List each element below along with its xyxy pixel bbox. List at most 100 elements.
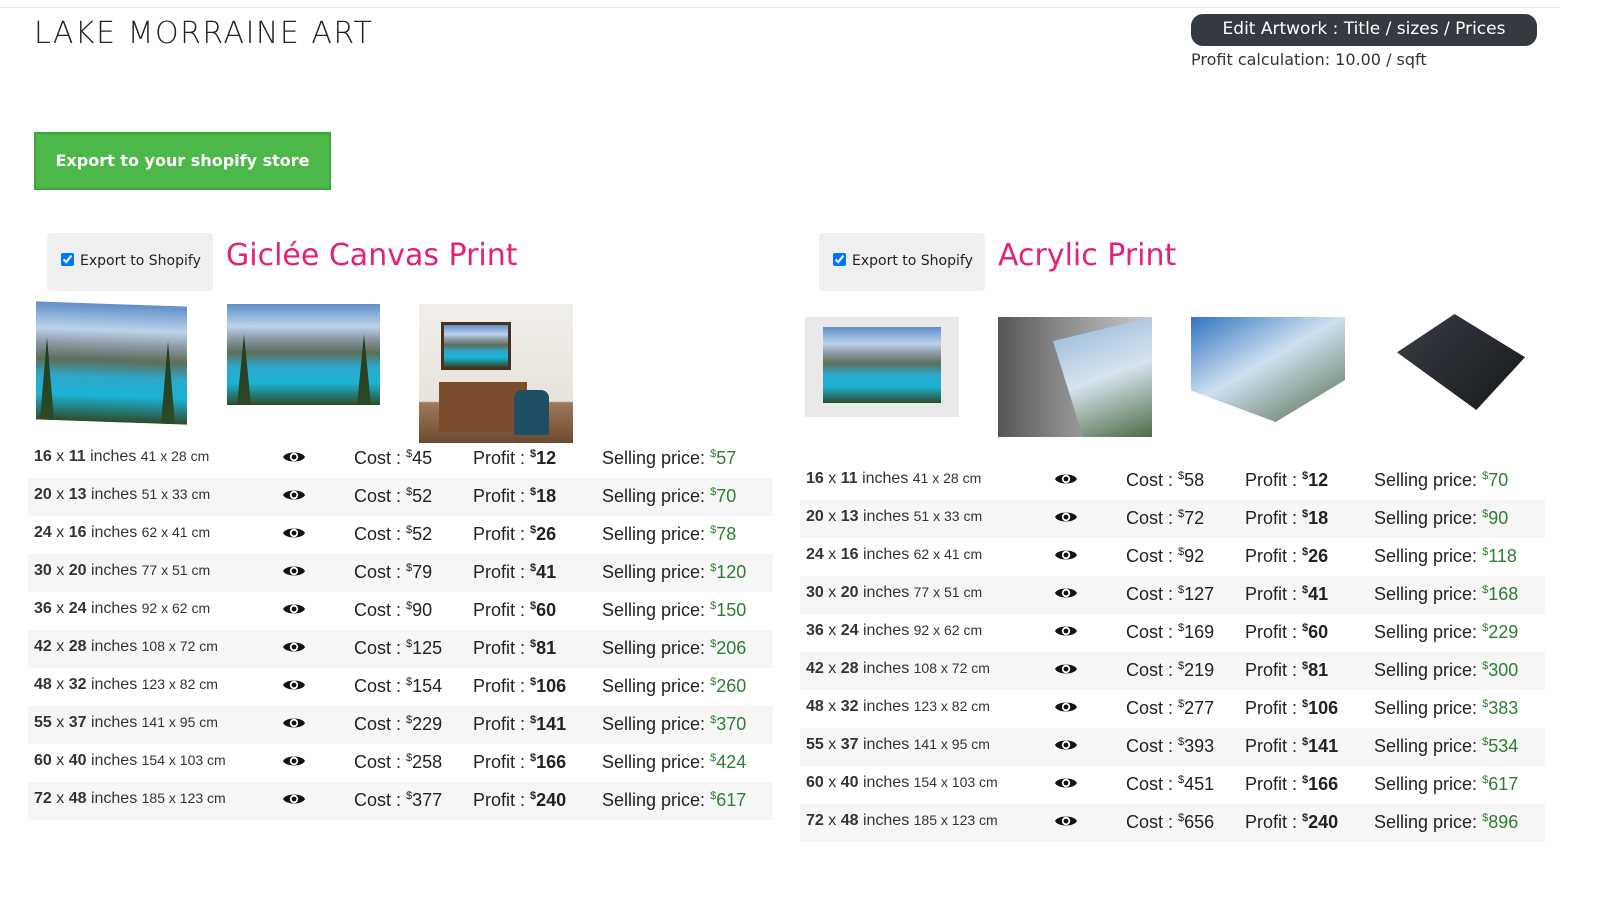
- export-checkbox-canvas[interactable]: Export to Shopify: [47, 233, 213, 291]
- size-label: 20 x 13 inches 51 x 33 cm: [34, 486, 210, 504]
- acrylic-preview-corner[interactable]: [1191, 317, 1345, 422]
- size-row: 42 x 28 inches 108 x 72 cm Cost : $125 P…: [28, 630, 773, 668]
- height-inches: 32: [840, 698, 859, 715]
- width-inches: 36: [806, 622, 824, 639]
- times: x: [51, 448, 69, 465]
- cost-value: 169: [1184, 622, 1215, 642]
- times: x: [51, 600, 69, 617]
- eye-icon[interactable]: [282, 563, 305, 579]
- cost: Cost : $393: [1126, 736, 1214, 757]
- export-to-shopify-button[interactable]: Export to your shopify store: [34, 132, 331, 190]
- cost-label: Cost :: [354, 790, 407, 810]
- selling-price: Selling price: $383: [1374, 698, 1518, 719]
- brand-title: LAKE MORRAINE ART: [34, 16, 374, 51]
- eye-icon[interactable]: [1054, 547, 1077, 563]
- size-label: 16 x 11 inches 41 x 28 cm: [34, 448, 209, 466]
- profit: Profit : $12: [473, 448, 556, 469]
- cost: Cost : $154: [354, 676, 442, 697]
- height-inches: 48: [840, 812, 859, 829]
- size-label: 55 x 37 inches 141 x 95 cm: [34, 714, 218, 732]
- eye-icon[interactable]: [1054, 661, 1077, 677]
- acrylic-preview-side[interactable]: [998, 317, 1152, 437]
- width-inches: 60: [806, 774, 824, 791]
- canvas-preview-angled[interactable]: [36, 301, 187, 425]
- eye-icon[interactable]: [1054, 813, 1077, 829]
- checkbox[interactable]: [61, 253, 74, 266]
- width-inches: 20: [34, 486, 52, 503]
- price-value: 90: [1488, 508, 1509, 528]
- cost-label: Cost :: [1126, 698, 1179, 718]
- price-value: 617: [716, 790, 747, 810]
- unit: inches: [862, 774, 910, 791]
- checkbox[interactable]: [833, 253, 846, 266]
- price-value: 150: [716, 600, 747, 620]
- cost-label: Cost :: [354, 486, 407, 506]
- canvas-preview-front[interactable]: [227, 304, 380, 405]
- eye-icon[interactable]: [282, 791, 305, 807]
- size-label: 60 x 40 inches 154 x 103 cm: [34, 752, 226, 770]
- times: x: [823, 812, 841, 829]
- profit: Profit : $240: [473, 790, 566, 811]
- height-inches: 40: [840, 774, 859, 791]
- height-inches: 37: [68, 714, 87, 731]
- profit-value: 26: [1308, 546, 1329, 566]
- eye-icon[interactable]: [1054, 623, 1077, 639]
- cost-label: Cost :: [354, 752, 407, 772]
- cost-label: Cost :: [1126, 660, 1179, 680]
- profit-value: 41: [1308, 584, 1329, 604]
- size-row: 48 x 32 inches 123 x 82 cm Cost : $277 P…: [800, 690, 1545, 728]
- size-cm: 141 x 95 cm: [913, 736, 990, 752]
- eye-icon[interactable]: [282, 525, 305, 541]
- eye-icon[interactable]: [282, 601, 305, 617]
- eye-icon[interactable]: [282, 449, 305, 465]
- acrylic-preview-back[interactable]: [1397, 314, 1525, 410]
- cost-label: Cost :: [1126, 584, 1179, 604]
- cost-label: Cost :: [354, 448, 407, 468]
- size-label: 30 x 20 inches 77 x 51 cm: [806, 584, 982, 602]
- eye-icon[interactable]: [1054, 737, 1077, 753]
- eye-icon[interactable]: [1054, 471, 1077, 487]
- size-label: 48 x 32 inches 123 x 82 cm: [34, 676, 218, 694]
- size-cm: 62 x 41 cm: [913, 546, 983, 562]
- size-label: 20 x 13 inches 51 x 33 cm: [806, 508, 982, 526]
- eye-icon[interactable]: [282, 487, 305, 503]
- size-cm: 185 x 123 cm: [141, 790, 226, 806]
- selling-price: Selling price: $168: [1374, 584, 1518, 605]
- cost: Cost : $127: [1126, 584, 1214, 605]
- eye-icon[interactable]: [1054, 585, 1077, 601]
- size-cm: 92 x 62 cm: [141, 600, 211, 616]
- profit-label: Profit :: [473, 524, 531, 544]
- size-row: 55 x 37 inches 141 x 95 cm Cost : $393 P…: [800, 728, 1545, 766]
- times: x: [51, 714, 69, 731]
- times: x: [823, 736, 841, 753]
- price-value: 260: [716, 676, 747, 696]
- size-label: 36 x 24 inches 92 x 62 cm: [34, 600, 210, 618]
- size-row: 55 x 37 inches 141 x 95 cm Cost : $229 P…: [28, 706, 773, 744]
- profit-value: 60: [1308, 622, 1329, 642]
- profit-value: 106: [536, 676, 567, 696]
- profit-label: Profit :: [1245, 470, 1303, 490]
- export-checkbox-acrylic[interactable]: Export to Shopify: [819, 233, 985, 291]
- canvas-preview-room[interactable]: [419, 304, 573, 443]
- eye-icon[interactable]: [1054, 509, 1077, 525]
- profit: Profit : $41: [473, 562, 556, 583]
- eye-icon[interactable]: [1054, 775, 1077, 791]
- eye-icon[interactable]: [1054, 699, 1077, 715]
- size-row: 42 x 28 inches 108 x 72 cm Cost : $219 P…: [800, 652, 1545, 690]
- profit-value: 12: [1308, 470, 1329, 490]
- edit-artwork-button[interactable]: Edit Artwork : Title / sizes / Prices: [1191, 14, 1537, 46]
- profit-label: Profit :: [1245, 736, 1303, 756]
- selling-price: Selling price: $424: [602, 752, 746, 773]
- eye-icon[interactable]: [282, 639, 305, 655]
- price-value: 168: [1488, 584, 1519, 604]
- acrylic-preview-wall[interactable]: [805, 317, 959, 417]
- price-value: 118: [1488, 546, 1517, 566]
- profit-value: 18: [536, 486, 557, 506]
- size-cm: 51 x 33 cm: [141, 486, 211, 502]
- width-inches: 72: [34, 790, 52, 807]
- eye-icon[interactable]: [282, 753, 305, 769]
- eye-icon[interactable]: [282, 715, 305, 731]
- cost-label: Cost :: [1126, 622, 1179, 642]
- cost: Cost : $58: [1126, 470, 1204, 491]
- eye-icon[interactable]: [282, 677, 305, 693]
